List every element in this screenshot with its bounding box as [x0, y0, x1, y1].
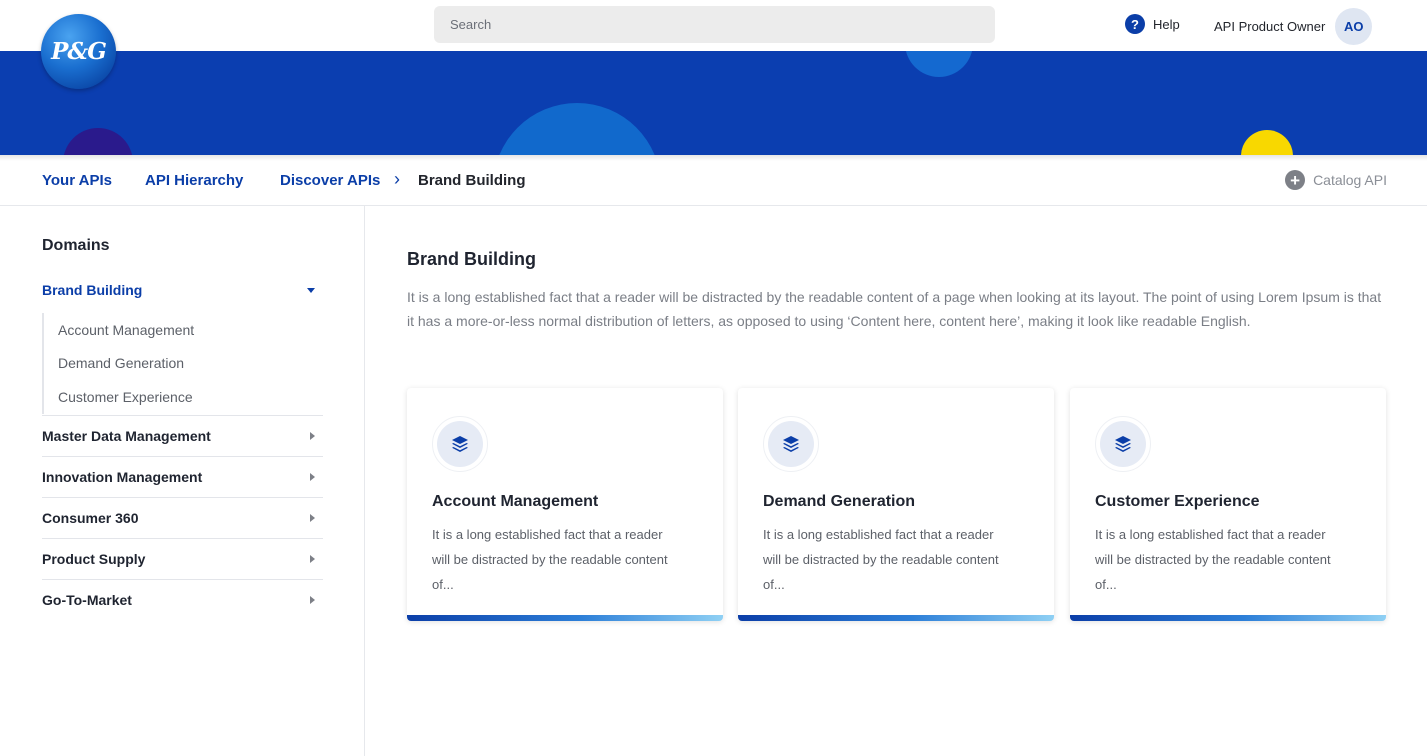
user-menu[interactable]: API Product Owner AO	[1214, 8, 1373, 45]
plus-circle-icon: +	[1285, 170, 1306, 190]
card-account-management[interactable]: Account Management It is a long establis…	[407, 388, 723, 621]
avatar[interactable]: AO	[1335, 8, 1373, 45]
sidebar-item-label: Brand Building	[42, 282, 143, 298]
nav-your-apis[interactable]: Your APIs	[42, 172, 112, 189]
card-description: It is a long established fact that a rea…	[763, 527, 999, 592]
page-title: Brand Building	[407, 249, 536, 269]
hero-banner	[0, 51, 1427, 155]
sidebar-item-innovation-management[interactable]: Innovation Management	[42, 456, 323, 497]
brand-building-sublist: Account Management Demand Generation Cus…	[42, 313, 323, 414]
card-icon-frame	[763, 416, 819, 472]
sidebar-subitem-customer-experience[interactable]: Customer Experience	[44, 380, 323, 414]
banner-circle-large	[493, 103, 661, 155]
banner-circle-small	[905, 51, 973, 77]
card-description: It is a long established fact that a rea…	[432, 527, 668, 592]
sidebar-item-label: Consumer 360	[42, 510, 139, 526]
card-accent-bar	[407, 615, 723, 621]
banner-circle-purple	[63, 128, 133, 155]
card-description: It is a long established fact that a rea…	[1095, 527, 1331, 592]
card-customer-experience[interactable]: Customer Experience It is a long establi…	[1070, 388, 1386, 621]
sidebar-subitem-demand-generation[interactable]: Demand Generation	[44, 347, 323, 381]
breadcrumb-current: Brand Building	[418, 172, 526, 189]
search-input[interactable]: Search	[434, 6, 995, 43]
catalog-api-label: Catalog API	[1313, 172, 1387, 188]
help-link[interactable]: ? Help	[1125, 14, 1180, 34]
domains-sidebar: Domains Brand Building Account Managemen…	[0, 206, 365, 756]
sidebar-item-label: Innovation Management	[42, 469, 203, 485]
user-role: API Product Owner	[1214, 19, 1326, 34]
nav-bar: Your APIs API Hierarchy Discover APIs › …	[0, 155, 1427, 206]
caret-down-icon	[307, 288, 315, 293]
nav-discover-apis[interactable]: Discover APIs	[280, 172, 380, 189]
help-icon: ?	[1125, 14, 1145, 34]
card-demand-generation[interactable]: Demand Generation It is a long establish…	[738, 388, 1054, 621]
layers-icon	[437, 421, 483, 467]
sidebar-item-master-data-management[interactable]: Master Data Management	[42, 415, 323, 456]
caret-right-icon	[310, 514, 315, 522]
caret-right-icon	[310, 555, 315, 563]
sidebar-item-label: Master Data Management	[42, 428, 211, 444]
logo-text: P&G	[51, 38, 107, 65]
page-description: It is a long established fact that a rea…	[407, 289, 1382, 329]
search-placeholder: Search	[450, 17, 492, 32]
sidebar-item-product-supply[interactable]: Product Supply	[42, 538, 323, 579]
help-label: Help	[1153, 16, 1180, 32]
layers-icon	[768, 421, 814, 467]
card-icon-frame	[1095, 416, 1151, 472]
card-title: Account Management	[432, 493, 599, 510]
sidebar-item-label: Go-To-Market	[42, 592, 132, 608]
sidebar-item-label: Product Supply	[42, 551, 146, 567]
sidebar-item-brand-building[interactable]: Brand Building	[42, 282, 323, 298]
card-title: Demand Generation	[763, 493, 916, 510]
banner-circle-yellow	[1241, 130, 1293, 155]
sidebar-title: Domains	[42, 237, 110, 254]
sidebar-subitem-account-management[interactable]: Account Management	[44, 313, 323, 347]
nav-api-hierarchy[interactable]: API Hierarchy	[145, 172, 243, 189]
catalog-api-button[interactable]: + Catalog API	[1285, 170, 1387, 190]
caret-right-icon	[310, 473, 315, 481]
sidebar-item-go-to-market[interactable]: Go-To-Market	[42, 579, 323, 620]
chevron-right-icon: ›	[394, 169, 400, 189]
card-accent-bar	[1070, 615, 1386, 621]
domain-list: Master Data Management Innovation Manage…	[42, 415, 323, 620]
card-title: Customer Experience	[1095, 493, 1260, 510]
sidebar-item-consumer-360[interactable]: Consumer 360	[42, 497, 323, 538]
caret-right-icon	[310, 432, 315, 440]
card-accent-bar	[738, 615, 1054, 621]
pg-logo[interactable]: P&G	[41, 14, 116, 89]
caret-right-icon	[310, 596, 315, 604]
card-icon-frame	[432, 416, 488, 472]
top-bar: Search ? Help API Product Owner AO	[0, 0, 1427, 51]
layers-icon	[1100, 421, 1146, 467]
banner-shadow	[0, 155, 1427, 161]
